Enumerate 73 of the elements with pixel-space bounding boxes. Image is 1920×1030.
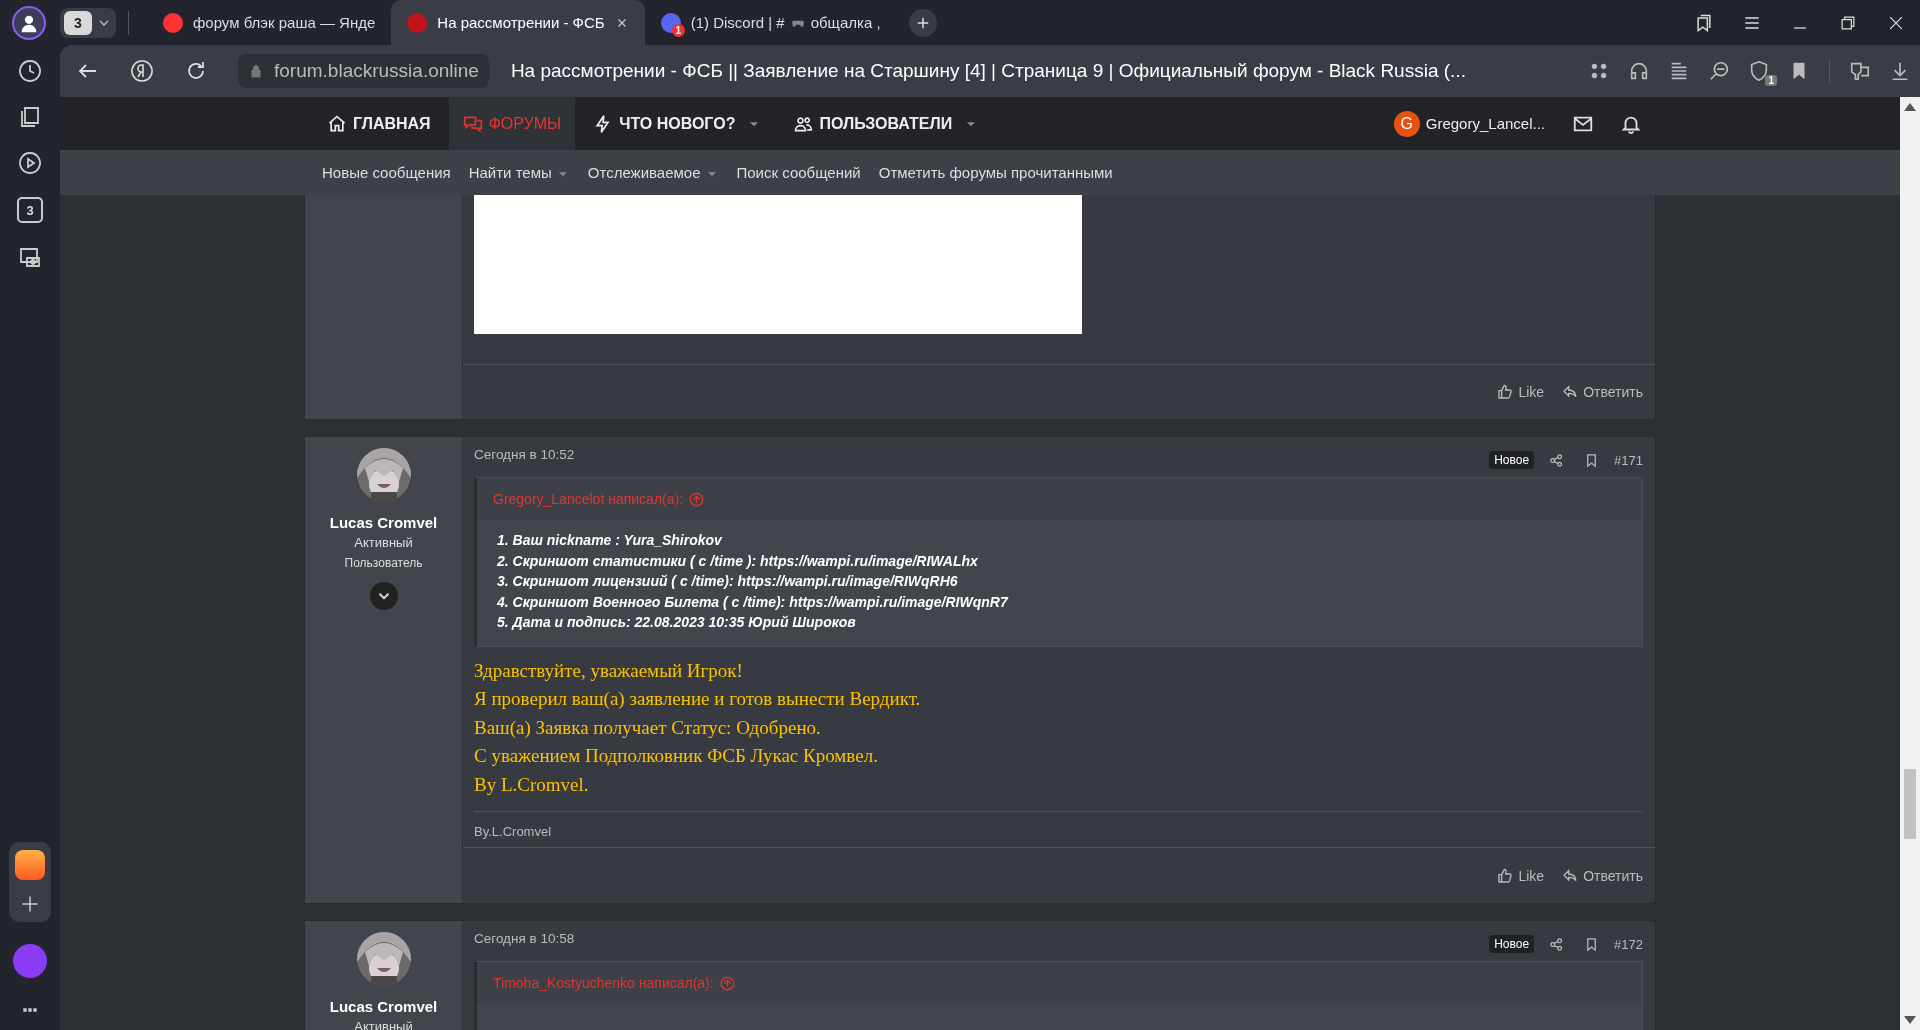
message-line: С уважением Подполковник ФСБ Лукас Кромвел.	[474, 744, 879, 768]
post-number[interactable]: #171	[1614, 452, 1643, 468]
like-button[interactable]: Like	[1497, 867, 1545, 884]
username[interactable]: Lucas Cromvel	[329, 514, 438, 531]
plus-icon[interactable]	[20, 894, 40, 914]
avatar: G	[1393, 110, 1420, 137]
shield-icon	[1748, 60, 1770, 82]
thumbs-up-icon	[1497, 384, 1514, 400]
message-line: Здравствуйте, уважаемый Игрок!	[474, 658, 744, 683]
user-title: Пользователь	[344, 556, 423, 570]
page-title: На рассмотрении - ФСБ || Заявление на Старшину [4] | Страница 9 | Официальный форум - Black Russia (...	[510, 60, 1466, 82]
headphones-icon[interactable]	[1628, 60, 1650, 82]
quote-line: 5. Дата и подпись: 22.08.2023 10:35 Юрий Широков	[497, 613, 857, 632]
lock-icon	[248, 63, 264, 79]
collections-icon[interactable]	[18, 105, 42, 129]
tab-count-button[interactable]: 3	[17, 197, 43, 223]
tab-group-button[interactable]: 3	[60, 7, 116, 38]
share-icon[interactable]	[1549, 452, 1565, 468]
nav-link[interactable]: Найти темы	[459, 164, 579, 181]
tab-title: На рассмотрении - ФСБ	[437, 14, 605, 31]
new-badge: Новое	[1489, 935, 1535, 953]
signature: By.L.Cromvel	[474, 823, 553, 841]
expand-button[interactable]	[369, 582, 398, 610]
browser-tab[interactable]: 1 (1) Discord | # общалка ,	[644, 0, 897, 45]
post-number[interactable]: #172	[1614, 936, 1643, 952]
zoom-out-icon[interactable]	[1708, 60, 1730, 82]
new-tab-button[interactable]	[908, 8, 937, 37]
address-field[interactable]: forum.blackrussia.online	[238, 54, 489, 88]
translate-icon[interactable]	[1849, 60, 1871, 82]
share-icon[interactable]	[1549, 936, 1565, 952]
browser-tab[interactable]: форум блэк раша — Янде	[147, 0, 392, 45]
reply-button[interactable]: Ответить	[1562, 384, 1643, 400]
nav-link[interactable]: Поиск сообщений	[727, 164, 870, 181]
quote-line: 3. Скриншот лицензиий ( c /time): https://wampi.ru/image/RIWqRH6	[497, 572, 959, 591]
bookmarks-icon[interactable]	[1694, 12, 1714, 33]
user-menu[interactable]: G Gregory_Lancel...	[1393, 110, 1545, 137]
quote-line: 2. Скриншот статистики ( c /time ): https://wampi.ru/image/RIWALhx	[497, 551, 979, 571]
nav-tab[interactable]: ЧТО НОВОГО?	[579, 97, 776, 150]
new-badge: Новое	[1489, 451, 1535, 469]
reply-icon	[1562, 384, 1579, 400]
post-date[interactable]: Сегодня в 10:52	[474, 446, 575, 462]
home-icon	[327, 113, 347, 134]
message-line: Я проверил ваш(а) заявление и готов вынести Вердикт.	[474, 687, 922, 711]
thumbs-up-icon	[1497, 867, 1514, 884]
notification-badge: 1	[671, 23, 685, 37]
tab-title: (1) Discord | #	[690, 14, 785, 31]
tab-title: общалка ,	[810, 14, 881, 31]
play-icon[interactable]	[18, 151, 42, 175]
quote-line: 4. Скриншот Военного Билета ( c /time): https://wampi.ru/image/RIWqnR7	[497, 592, 1010, 612]
nav-link[interactable]: Отметить форумы прочитанными	[869, 164, 1122, 181]
assistant-icon[interactable]	[13, 944, 47, 978]
screenshot-icon[interactable]	[18, 245, 42, 269]
scrollbar-thumb[interactable]	[1904, 769, 1916, 839]
browser-tab[interactable]: На рассмотрении - ФСБ	[391, 0, 645, 45]
tab-title: форум блэк раша — Янде	[193, 14, 376, 31]
mail-app-icon[interactable]	[15, 850, 45, 880]
history-icon[interactable]	[18, 59, 42, 83]
nav-tab[interactable]: ГЛАВНАЯ	[313, 97, 445, 150]
reply-icon	[1562, 867, 1579, 884]
count-badge: 1	[1765, 75, 1777, 86]
nav-link[interactable]: Новые сообщения	[313, 164, 460, 181]
quote-line: 1. Ваш nickname : Yura_Shirokov	[497, 531, 724, 550]
user-title: Активный	[354, 535, 413, 550]
message-line: By L.Cromvel.	[474, 772, 590, 797]
nav-tab[interactable]: ПОЛЬЗОВАТЕЛИ	[779, 97, 993, 150]
profile-button[interactable]	[12, 5, 46, 40]
nav-link[interactable]: Отслеживаемое	[578, 164, 728, 181]
reply-button[interactable]: Ответить	[1562, 867, 1643, 884]
post-date[interactable]: Сегодня в 10:58	[474, 930, 575, 946]
message-line: Ваш(а) Заявка получает Статус: Одобрено.	[474, 715, 822, 740]
username[interactable]: Lucas Cromvel	[329, 998, 438, 1015]
like-button[interactable]: Like	[1497, 384, 1545, 400]
scrollbar[interactable]	[1900, 97, 1920, 1030]
